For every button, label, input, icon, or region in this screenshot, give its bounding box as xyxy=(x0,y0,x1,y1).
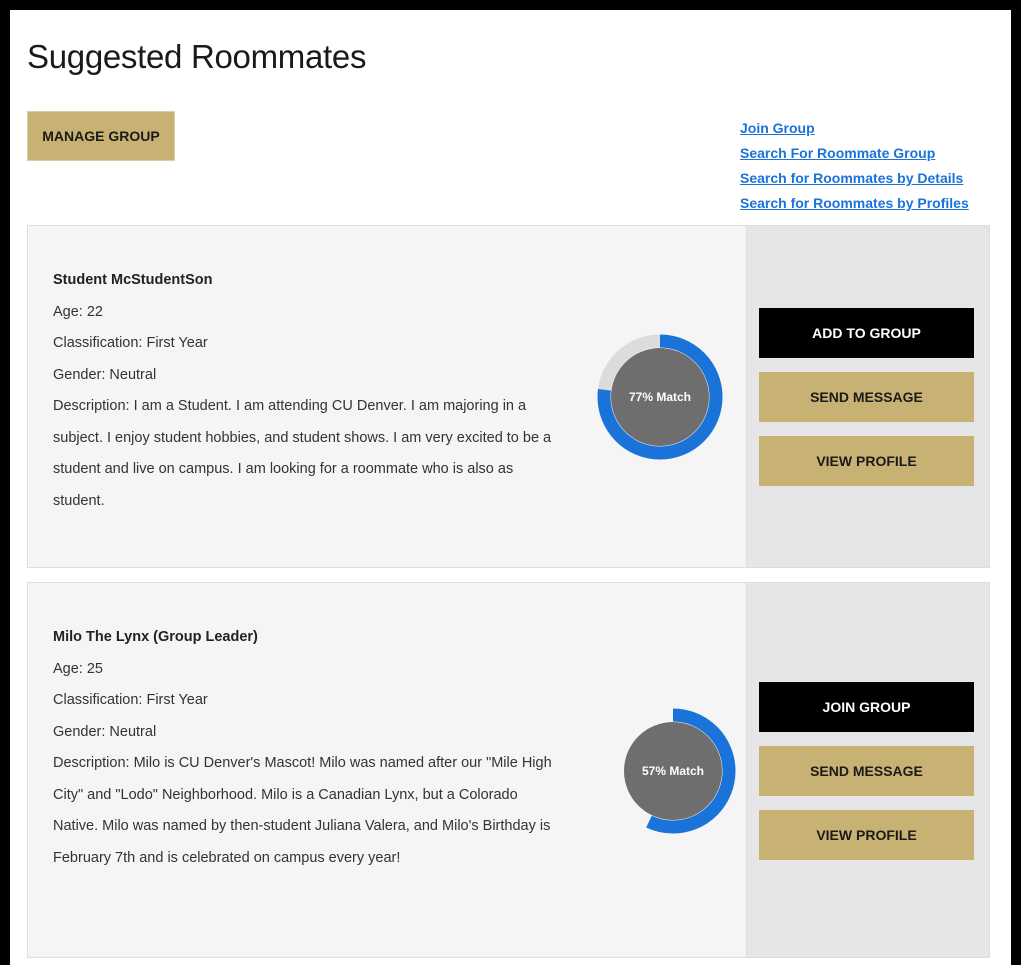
search-links: Join Group Search For Roommate Group Sea… xyxy=(740,116,969,216)
send-message-button[interactable]: SEND MESSAGE xyxy=(759,746,974,796)
send-message-button[interactable]: SEND MESSAGE xyxy=(759,372,974,422)
match-percentage-label: 77% Match xyxy=(628,390,692,404)
search-roommates-by-details-link[interactable]: Search for Roommates by Details xyxy=(740,166,969,191)
search-roommate-group-link[interactable]: Search For Roommate Group xyxy=(740,141,969,166)
add-to-group-button[interactable]: ADD TO GROUP xyxy=(759,308,974,358)
roommate-name: Student McStudentSon xyxy=(53,272,213,288)
match-ring: 77% Match xyxy=(596,333,724,461)
roommate-name: Milo The Lynx (Group Leader) xyxy=(53,629,258,645)
match-ring: 57% Match xyxy=(609,707,737,835)
card-actions: JOIN GROUP SEND MESSAGE VIEW PROFILE xyxy=(746,583,989,957)
join-group-button[interactable]: JOIN GROUP xyxy=(759,682,974,732)
roommate-card-student: Student McStudentSon Age: 22 Classificat… xyxy=(27,225,990,568)
page-frame: Suggested Roommates MANAGE GROUP Join Gr… xyxy=(0,0,1021,965)
roommate-gender: Gender: Neutral xyxy=(53,723,157,740)
roommate-description: Description: Milo is CU Denver's Mascot!… xyxy=(53,755,552,866)
manage-group-button[interactable]: MANAGE GROUP xyxy=(27,111,175,161)
view-profile-button[interactable]: VIEW PROFILE xyxy=(759,810,974,860)
match-percentage-label: 57% Match xyxy=(641,764,705,778)
roommate-info: Student McStudentSon Age: 22 Classificat… xyxy=(53,265,553,517)
card-actions: ADD TO GROUP SEND MESSAGE VIEW PROFILE xyxy=(746,226,989,567)
roommate-classification: Classification: First Year xyxy=(53,335,208,351)
roommate-gender: Gender: Neutral xyxy=(53,366,157,383)
roommate-classification: Classification: First Year xyxy=(53,692,208,708)
join-group-link[interactable]: Join Group xyxy=(740,116,969,141)
roommate-info: Milo The Lynx (Group Leader) Age: 25 Cla… xyxy=(53,622,553,874)
page-title: Suggested Roommates xyxy=(27,38,367,75)
view-profile-button[interactable]: VIEW PROFILE xyxy=(759,436,974,486)
search-roommates-by-profiles-link[interactable]: Search for Roommates by Profiles xyxy=(740,191,969,216)
roommate-card-milo: Milo The Lynx (Group Leader) Age: 25 Cla… xyxy=(27,582,990,958)
roommate-description: Description: I am a Student. I am attend… xyxy=(53,398,552,509)
roommate-age: Age: 25 xyxy=(53,660,103,677)
roommate-age: Age: 22 xyxy=(53,303,103,320)
